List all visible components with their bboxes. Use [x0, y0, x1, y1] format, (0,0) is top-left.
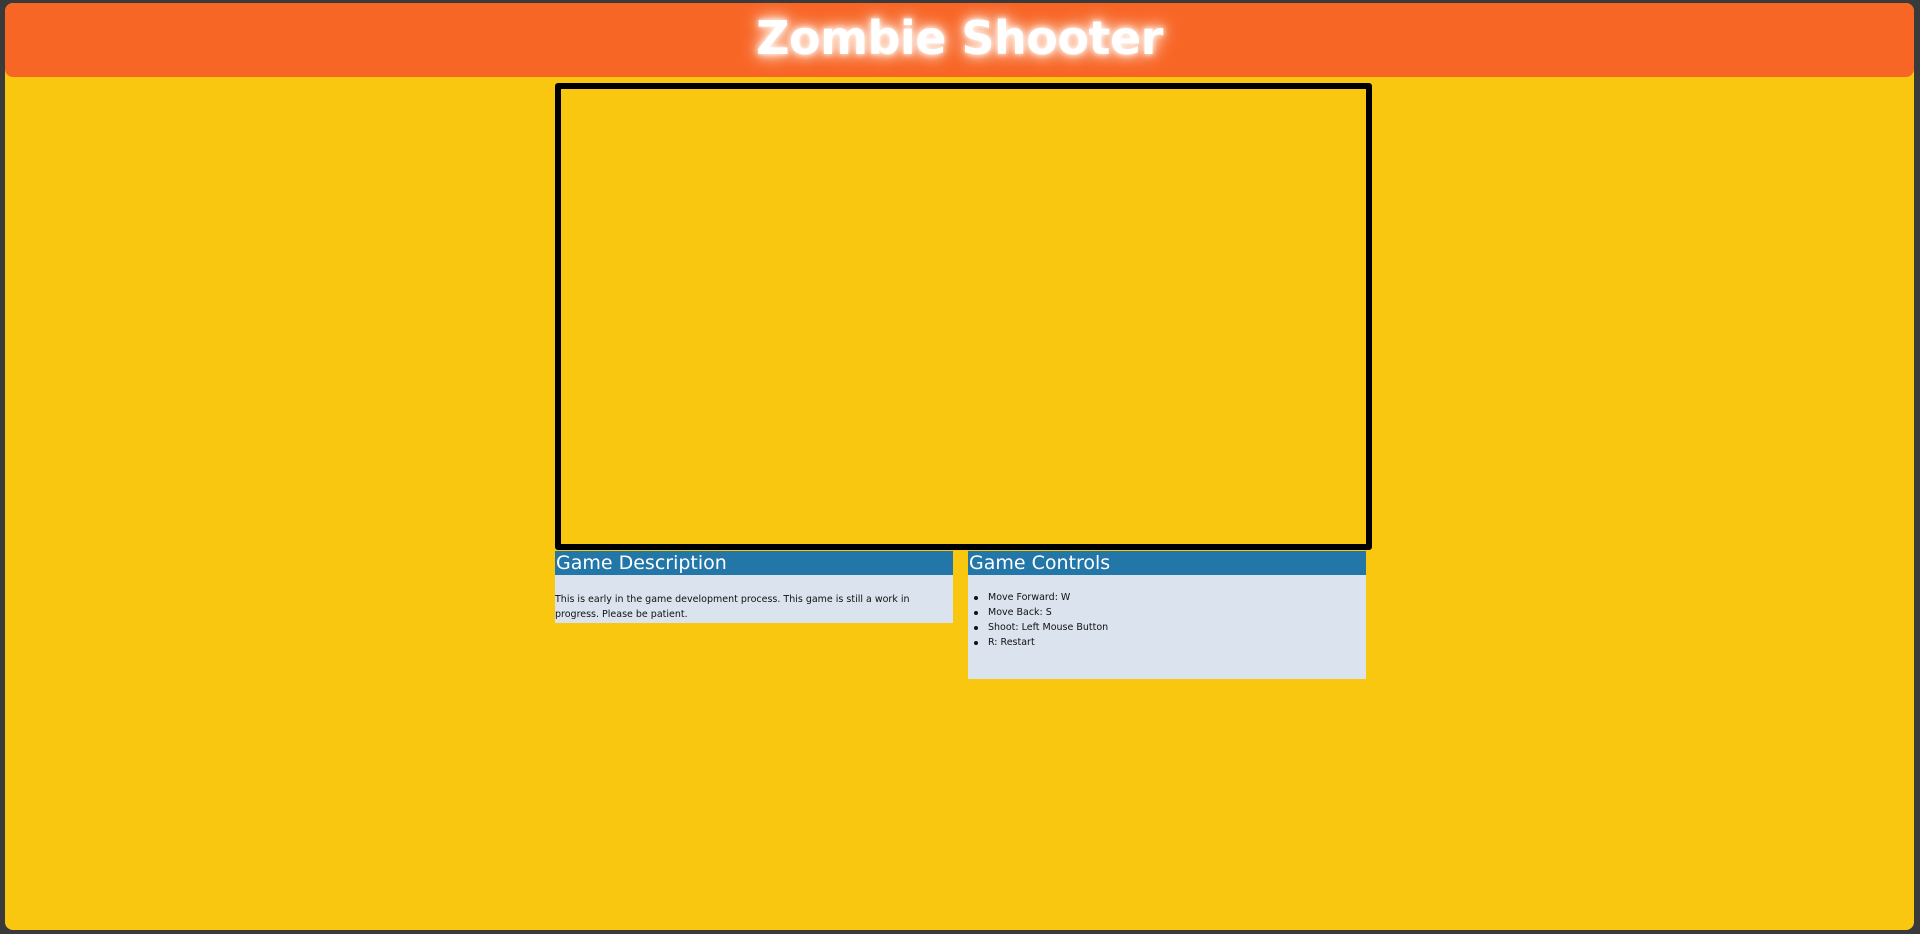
page-frame: Zombie Shooter Game Description This is …: [5, 3, 1914, 930]
list-item: Move Back: S: [974, 605, 1366, 620]
game-canvas[interactable]: [555, 83, 1372, 550]
page-title: Zombie Shooter: [756, 11, 1163, 65]
game-description-panel: Game Description This is early in the ga…: [555, 551, 953, 623]
header-bar: Zombie Shooter: [5, 3, 1914, 77]
controls-list: Move Forward: W Move Back: S Shoot: Left…: [968, 590, 1366, 650]
list-item: Shoot: Left Mouse Button: [974, 620, 1366, 635]
list-item: Move Forward: W: [974, 590, 1366, 605]
game-description-text: This is early in the game development pr…: [555, 594, 910, 620]
game-controls-panel: Game Controls Move Forward: W Move Back:…: [968, 551, 1366, 679]
list-item: R: Restart: [974, 635, 1366, 650]
game-description-heading: Game Description: [555, 551, 953, 575]
game-controls-heading: Game Controls: [968, 551, 1366, 575]
